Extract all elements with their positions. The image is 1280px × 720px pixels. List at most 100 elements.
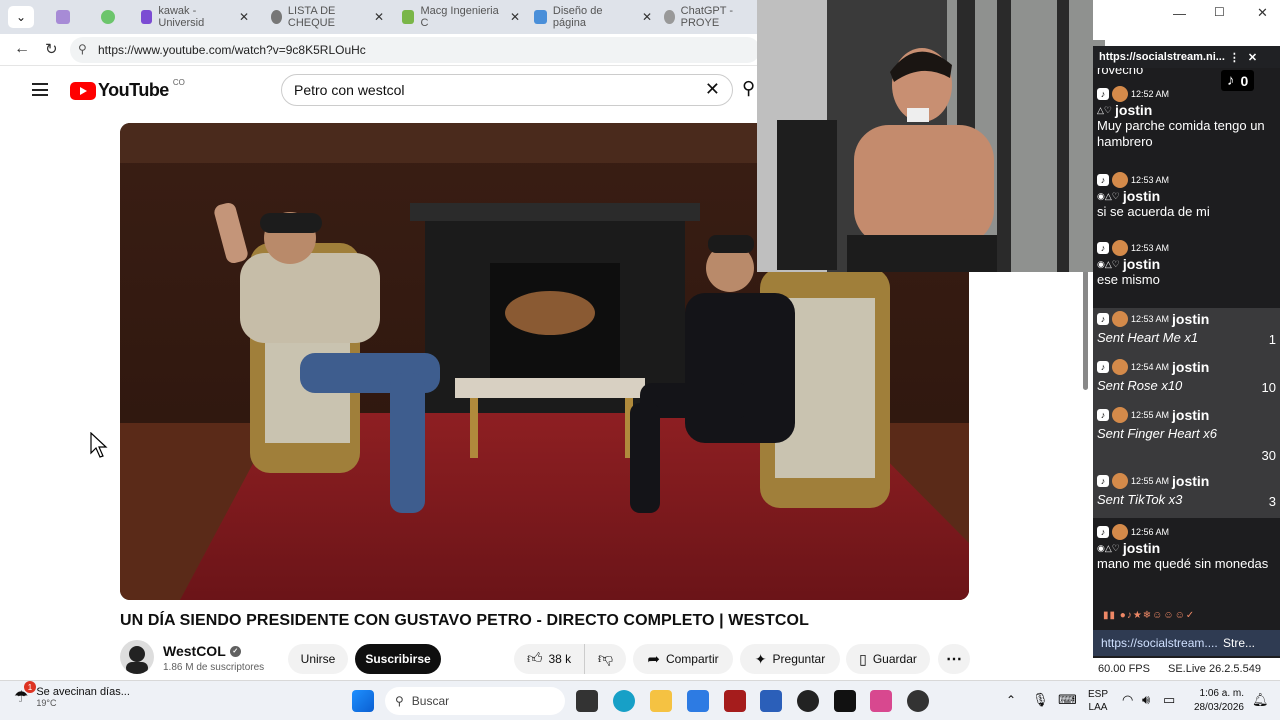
more-actions-button[interactable]: ⋯ [938, 644, 970, 674]
webcam-overlay [757, 0, 1105, 272]
tiktok-app-icon[interactable] [834, 690, 856, 712]
chat-fragment: rovecho [1097, 68, 1144, 77]
weather-widget[interactable]: ☂ 1 Se avecinan días... 19°C [14, 681, 130, 708]
ask-button[interactable]: ✦ Preguntar [740, 644, 840, 674]
page-scrollbar[interactable] [1083, 270, 1088, 390]
avatar [1112, 311, 1128, 327]
gift-message: ♪ 12:55 AM jostin Sent TikTok x3 3 [1093, 470, 1280, 518]
like-button[interactable]: 👍︎ 38 k [514, 644, 584, 674]
battery-icon[interactable]: ▭ [1163, 692, 1175, 708]
drive-icon [402, 10, 415, 24]
gift-message: ♪ 12:54 AM jostin Sent Rose x10 10 [1093, 356, 1280, 404]
chat-message: ♪ 12:56 AM ◉△♡ jostin mano me quedé sin mo… [1097, 524, 1277, 572]
menu-icon[interactable] [32, 83, 48, 96]
tiktok-icon: ♪ [1097, 174, 1109, 186]
microphone-icon[interactable]: 🎙︎ [1032, 692, 1049, 708]
region-code: CO [172, 78, 185, 87]
channel-avatar[interactable] [120, 640, 154, 674]
minimize-icon[interactable]: — [1173, 6, 1186, 21]
tab-list-button[interactable]: ⌄ [8, 6, 34, 28]
tab-favicon-icon [101, 10, 115, 24]
tab-0[interactable] [50, 4, 76, 30]
close-icon[interactable]: ✕ [1248, 51, 1257, 64]
share-button[interactable]: ➦ Compartir [633, 644, 733, 674]
socialstream-link[interactable]: https://socialstream.... [1093, 636, 1218, 650]
taskbar-search[interactable]: ⚲ Buscar [385, 687, 565, 715]
bookmark-icon: ▯ [859, 650, 867, 667]
chat-message: ♪ 12:53 AM ◉△♡ jostin si se acuerda de mi [1097, 172, 1277, 219]
tiktok-icon: ♪ [1097, 526, 1109, 538]
chat-message: ♪ 12:53 AM ◉△♡ jostin ese mismo [1097, 240, 1277, 287]
back-arrow-icon[interactable]: ← [14, 40, 30, 58]
stream-tab[interactable]: Stre... [1213, 636, 1255, 650]
tray-chevron-icon[interactable]: ⌃ [1006, 693, 1016, 707]
close-icon[interactable]: ✕ [239, 10, 249, 24]
url-field[interactable]: ⚲ https://www.youtube.com/watch?v=9c8K5R… [70, 37, 760, 63]
search-icon: ⚲ [395, 694, 404, 708]
wifi-icon[interactable]: ◠ [1122, 692, 1133, 708]
edge-icon[interactable] [613, 690, 635, 712]
gift-message: ♪ 12:53 AM jostin Sent Heart Me x1 1 [1093, 308, 1280, 356]
camera-icon [56, 10, 70, 24]
chat-panel: ♪ 0 rovecho ♪ 12:52 AM △♡ jostin Muy parch… [1093, 68, 1280, 708]
search-icon[interactable]: ⚲ [742, 78, 755, 99]
avatar [1112, 473, 1128, 489]
tab-macg[interactable]: Macg Ingenieria C ✕ [396, 4, 526, 30]
store-icon[interactable] [687, 690, 709, 712]
clock[interactable]: 1:06 a. m. 28/03/2026 [1188, 687, 1244, 715]
avatar-image [126, 646, 148, 674]
dislike-button[interactable]: 👎︎ [584, 644, 626, 674]
windows-start-icon[interactable] [352, 690, 374, 712]
app-red-icon[interactable] [724, 690, 746, 712]
webcam-image [757, 0, 1105, 272]
tab-kawak[interactable]: kawak - Universid ✕ [135, 4, 255, 30]
tab-1[interactable] [95, 4, 121, 30]
channel-name[interactable]: WestCOL ✓ [163, 643, 241, 659]
badge-icon: ◉△♡ [1097, 542, 1120, 553]
status-strip: 60.00 FPS SE.Live 26.2.5.549 [1093, 658, 1280, 680]
more-dots-icon: ⋯ [946, 651, 962, 668]
tab-lista[interactable]: LISTA DE CHEQUE ✕ [265, 4, 390, 30]
share-icon: ➦ [647, 651, 660, 668]
video-title: UN DÍA SIENDO PRESIDENTE CON GUSTAVO PET… [120, 612, 809, 629]
obs-icon[interactable] [907, 690, 929, 712]
word-icon[interactable] [760, 690, 782, 712]
file-explorer-icon[interactable] [650, 690, 672, 712]
tab-chatgpt[interactable]: ChatGPT - PROYE [658, 4, 758, 30]
clear-search-icon[interactable]: ✕ [705, 79, 720, 100]
close-window-icon[interactable]: ✕ [1257, 5, 1268, 21]
tab-diseno[interactable]: Diseño de página ✕ [528, 4, 658, 30]
emoji-bar[interactable]: ▮▮ ●♪★❄☺☺☺✓ [1103, 610, 1273, 624]
youtube-logo[interactable]: YouTube CO [70, 78, 185, 101]
more-options-icon[interactable]: ⋮ [1229, 51, 1240, 64]
badge-icon: △♡ [1097, 104, 1112, 115]
chat-footer: https://socialstream.... Stre... [1093, 630, 1280, 656]
maximize-icon[interactable]: ☐ [1214, 5, 1225, 19]
mouse-cursor-icon [90, 432, 108, 458]
notifications-icon[interactable]: 🔔︎ [1252, 692, 1269, 708]
gift-message: ♪ 12:55 AM jostin Sent Finger Heart x6 30 [1093, 404, 1280, 470]
kawak-icon [141, 10, 153, 24]
close-icon[interactable]: ✕ [510, 10, 520, 24]
task-view-icon[interactable] [576, 690, 598, 712]
close-icon[interactable]: ✕ [374, 10, 384, 24]
socialstream-app-icon[interactable] [870, 690, 892, 712]
search-input[interactable]: Petro con westcol ✕ [281, 74, 733, 106]
site-info-icon[interactable]: ⚲ [78, 42, 87, 56]
chat-window-titlebar: — ☐ ✕ [1093, 0, 1280, 40]
avatar [1112, 240, 1128, 256]
tiktok-icon: ♪ [1097, 313, 1109, 325]
volume-icon[interactable]: 🔊︎ [1142, 692, 1150, 708]
tiktok-icon: ♪ [1097, 475, 1109, 487]
media-player-icon[interactable] [797, 690, 819, 712]
subscribe-button[interactable]: Suscribirse [355, 644, 441, 674]
notification-badge: 1 [24, 681, 36, 693]
youtube-play-icon [70, 81, 96, 100]
language-indicator[interactable]: ESP LAA [1088, 688, 1108, 714]
save-button[interactable]: ▯ Guardar [846, 644, 930, 674]
keyboard-icon[interactable]: ⌨ [1058, 692, 1077, 708]
close-icon[interactable]: ✕ [642, 10, 652, 24]
avatar [1112, 524, 1128, 540]
join-button[interactable]: Unirse [288, 644, 348, 674]
reload-icon[interactable]: ↻ [45, 40, 58, 58]
